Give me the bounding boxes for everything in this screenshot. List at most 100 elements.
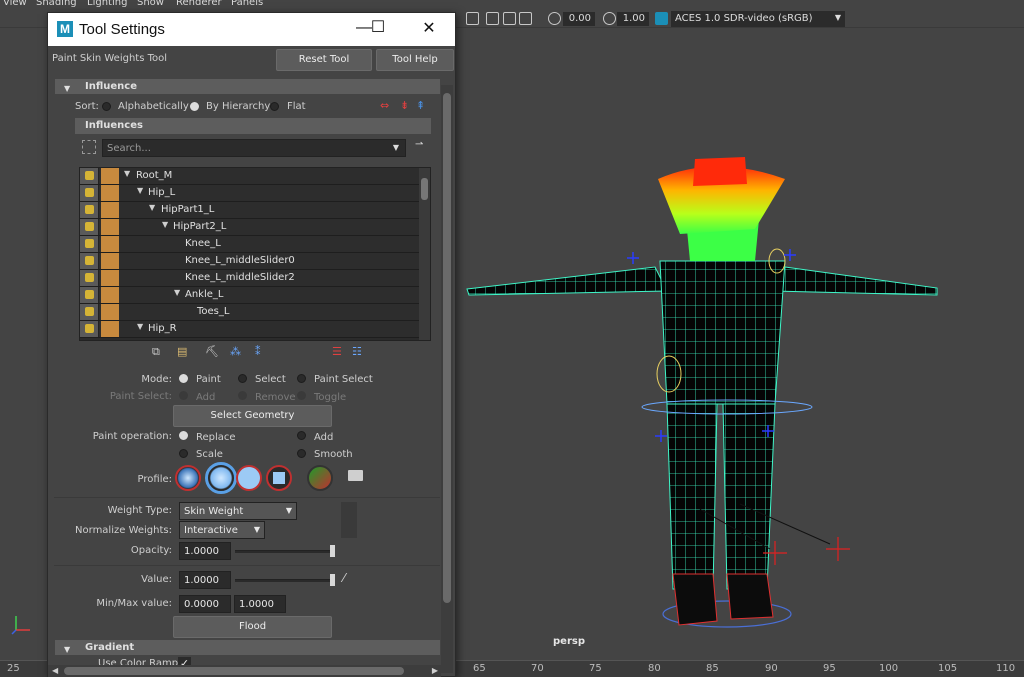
tree-row-hip-l[interactable]: ▼ Hip_L [80, 185, 420, 202]
exposure-field[interactable]: 0.00 [563, 12, 595, 26]
flood-button[interactable]: Flood [173, 616, 332, 638]
sort-hierarchy-radio[interactable] [190, 102, 199, 111]
color-management-icon[interactable] [655, 12, 668, 25]
menu-show[interactable]: Show [137, 0, 164, 8]
profile-solid-icon[interactable] [236, 465, 262, 491]
collapse-icon[interactable]: ⇞ [416, 99, 425, 112]
profile-square-icon[interactable] [266, 465, 292, 491]
tree-row-hippart1-l[interactable]: ▼ HipPart1_L [80, 202, 420, 219]
mode-select-radio[interactable] [238, 374, 247, 383]
tool-help-button[interactable]: Tool Help [376, 49, 454, 71]
sort-alphabetically-radio[interactable] [102, 102, 111, 111]
lock-icon[interactable] [80, 304, 99, 320]
window-vertical-scrollbar[interactable] [441, 85, 453, 673]
select-geometry-button[interactable]: Select Geometry [173, 405, 332, 427]
influence-search-input[interactable]: Search... ▼ [102, 139, 406, 157]
value-slider-handle[interactable] [330, 574, 335, 586]
menu-lighting[interactable]: Lighting [87, 0, 127, 8]
tree-row-knee-l-middleslider0[interactable]: Knee_L_middleSlider0 [80, 253, 420, 270]
lock-icon[interactable] [80, 321, 99, 337]
gamma-icon[interactable] [603, 12, 616, 25]
xray-icon[interactable] [503, 12, 516, 25]
mode-paint-select-radio[interactable] [297, 374, 306, 383]
eyedropper-icon[interactable]: ⁄ [343, 571, 345, 585]
expand-icon[interactable]: ⇟ [400, 99, 409, 112]
influence-color-swatch[interactable] [101, 202, 119, 218]
tree-row-ankle-l[interactable]: ▼ Ankle_L [80, 287, 420, 304]
scroll-left-icon[interactable]: ◀ [52, 666, 58, 675]
tree-expand-icon[interactable]: ▼ [137, 322, 143, 331]
paint-op-scale-radio[interactable] [179, 449, 188, 458]
lock-icon[interactable] [80, 253, 99, 269]
paste-weights-icon[interactable]: ▤ [177, 345, 187, 358]
tree-row-hippart2-l[interactable]: ▼ HipPart2_L [80, 219, 420, 236]
opacity-slider-handle[interactable] [330, 545, 335, 557]
influence-color-swatch[interactable] [101, 185, 119, 201]
profile-texture-icon[interactable] [307, 465, 333, 491]
tree-row-root-m[interactable]: ▼ Root_M [80, 168, 420, 185]
copy-weights-icon[interactable]: ⧉ [152, 345, 160, 359]
reset-tool-button[interactable]: Reset Tool [276, 49, 372, 71]
lock-icon[interactable] [80, 219, 99, 235]
menu-panels[interactable]: Panels [231, 0, 263, 8]
influence-section-header[interactable]: ▼ Influence [55, 79, 440, 94]
influence-color-swatch[interactable] [101, 253, 119, 269]
normalize-weights-dropdown[interactable]: Interactive ▼ [179, 521, 265, 539]
tree-row-hip-r[interactable]: ▼ Hip_R [80, 321, 420, 338]
isolate-icon[interactable] [486, 12, 499, 25]
influence-color-swatch[interactable] [101, 168, 119, 184]
influence-color-swatch[interactable] [101, 236, 119, 252]
folder-icon[interactable] [348, 470, 363, 481]
tree-expand-icon[interactable]: ▼ [137, 186, 143, 195]
tree-expand-icon[interactable]: ▼ [174, 288, 180, 297]
menu-shading[interactable]: Shading [36, 0, 77, 8]
color-space-dropdown[interactable]: ACES 1.0 SDR-video (sRGB) ▼ [671, 11, 845, 27]
paint-op-replace-radio[interactable] [179, 431, 188, 440]
tree-expand-icon[interactable]: ▼ [124, 169, 130, 178]
opacity-slider[interactable] [235, 550, 335, 553]
influence-color-swatch[interactable] [101, 287, 119, 303]
close-icon[interactable]: ✕ [414, 18, 444, 38]
lock-all-icon[interactable]: ☰ [332, 345, 342, 358]
lock-icon[interactable] [80, 168, 99, 184]
exposure-icon[interactable] [548, 12, 561, 25]
influence-color-swatch[interactable] [101, 321, 119, 337]
tree-row-toes-l[interactable]: Toes_L [80, 304, 420, 321]
tree-expand-icon[interactable]: ▼ [149, 203, 155, 212]
weight-type-dropdown[interactable]: Skin Weight ▼ [179, 502, 297, 520]
menu-view[interactable]: View [3, 0, 27, 8]
window-titlebar[interactable]: M Tool Settings — ☐ ✕ [48, 13, 455, 46]
move-weights-icon[interactable]: ⁂ [230, 345, 241, 358]
opacity-field[interactable]: 1.0000 [179, 542, 231, 560]
scroll-right-icon[interactable]: ▶ [432, 666, 438, 675]
tree-scrollbar[interactable] [419, 168, 430, 340]
gradient-section-header[interactable]: ▼ Gradient [55, 640, 440, 655]
pin-icon[interactable]: ⇀ [415, 139, 423, 150]
grid-icon[interactable] [466, 12, 479, 25]
influence-tree[interactable]: ▼ Root_M ▼ Hip_L ▼ HipPart1_L ▼ HipPart2… [79, 167, 431, 341]
profile-gaussian-icon[interactable] [175, 465, 201, 491]
lock-icon[interactable] [80, 287, 99, 303]
tree-row-knee-l[interactable]: Knee_L [80, 236, 420, 253]
paint-op-add-radio[interactable] [297, 431, 306, 440]
lock-icon[interactable] [80, 236, 99, 252]
paint-op-smooth-radio[interactable] [297, 449, 306, 458]
profile-soft-icon[interactable] [205, 462, 237, 494]
tree-expand-icon[interactable]: ▼ [162, 220, 168, 229]
influence-color-swatch[interactable] [101, 219, 119, 235]
unlock-all-icon[interactable]: ☷ [352, 345, 362, 358]
maximize-icon[interactable]: ☐ [363, 17, 393, 37]
viewport-3d[interactable] [455, 29, 1024, 660]
value-field[interactable]: 1.0000 [179, 571, 231, 589]
weight-hammer-icon[interactable]: ⛏ [205, 345, 219, 358]
lock-icon[interactable] [80, 270, 99, 286]
min-value-field[interactable]: 0.0000 [179, 595, 231, 613]
value-slider[interactable] [235, 579, 335, 582]
menu-renderer[interactable]: Renderer [176, 0, 222, 8]
tree-row-knee-l-middleslider2[interactable]: Knee_L_middleSlider2 [80, 270, 420, 287]
show-influences-icon[interactable]: ⁑ [255, 345, 261, 358]
select-icon[interactable] [82, 140, 96, 154]
gamma-field[interactable]: 1.00 [617, 12, 649, 26]
influence-color-swatch[interactable] [101, 304, 119, 320]
sort-flat-radio[interactable] [270, 102, 279, 111]
